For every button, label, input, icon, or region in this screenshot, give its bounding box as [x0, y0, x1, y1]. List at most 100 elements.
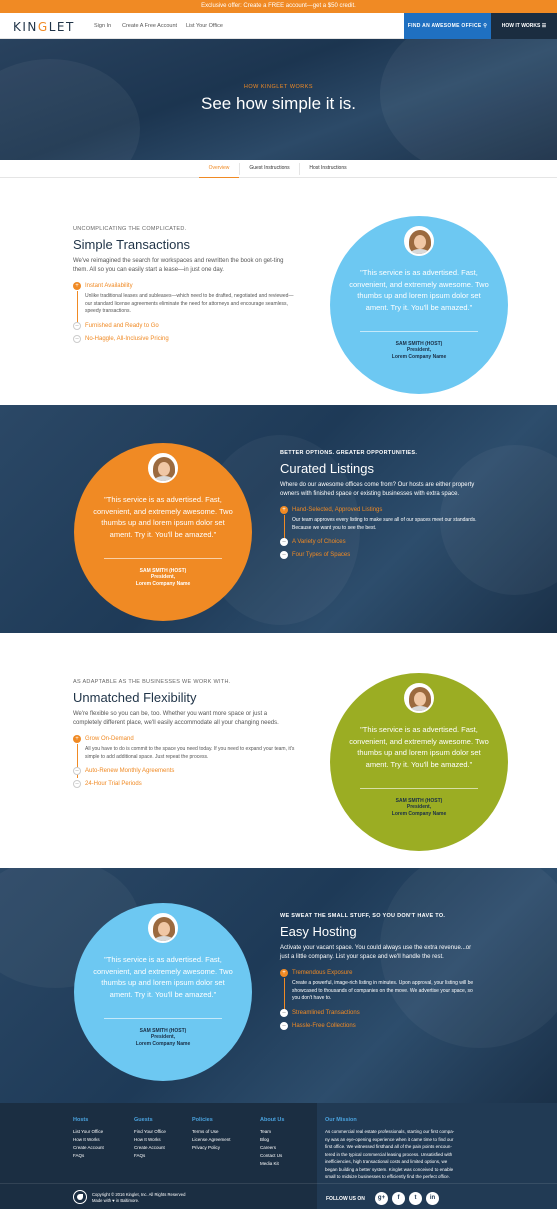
google-plus-icon[interactable]: g+ [375, 1192, 388, 1205]
footer-link[interactable]: FAQs [134, 1152, 166, 1160]
footer-link[interactable]: List Your Office [73, 1128, 104, 1136]
footer-link[interactable]: FAQs [73, 1152, 104, 1160]
kinglet-logo[interactable]: KINGLET [13, 20, 75, 34]
facebook-icon[interactable]: f [392, 1192, 405, 1205]
accordion-item-open[interactable]: + Tremendous Exposure Create a powerful,… [280, 969, 480, 1012]
promo-banner[interactable]: Exclusive offer: Create a FREE account—g… [0, 0, 557, 13]
accordion-item[interactable]: – Hassle-Free Collections [280, 1021, 480, 1030]
accordion-item-open[interactable]: + Instant Availability Unlike traditiona… [73, 282, 295, 327]
role-company: Lorem Company Name [391, 353, 447, 360]
how-it-works-button[interactable]: HOW IT WORKS ☰ [491, 13, 557, 39]
footer-link[interactable]: How It Works [73, 1136, 104, 1144]
minus-icon[interactable]: – [73, 334, 81, 343]
footer-col-about: About Us Team Blog Careers Contact Us Me… [260, 1117, 284, 1168]
testimonial-quote: "This service is as advertised. Fast, co… [349, 268, 489, 312]
footer-link[interactable]: How It Works [134, 1136, 166, 1144]
minus-icon[interactable]: – [73, 321, 81, 330]
footer-link[interactable]: Find Your Office [134, 1128, 166, 1136]
section-lead: We're flexible so you can be, too. Wheth… [73, 711, 279, 726]
sign-in-link[interactable]: Sign In [94, 23, 111, 29]
plus-icon[interactable]: + [280, 969, 288, 977]
plus-icon[interactable]: + [73, 735, 81, 743]
footer-link[interactable]: Create Account [73, 1144, 104, 1152]
role-company: Lorem Company Name [135, 580, 191, 587]
accordion-item[interactable]: – Four Types of Spaces [280, 551, 480, 559]
footer-link[interactable]: License Agreement [192, 1136, 231, 1144]
plus-icon[interactable]: + [280, 506, 288, 514]
accordion-item[interactable]: – Streamlined Transactions [280, 1008, 480, 1017]
find-office-button[interactable]: FIND AN AWESOME OFFICE ⚲ [404, 13, 491, 39]
tab-overview[interactable]: Overview [199, 160, 239, 178]
minus-icon[interactable]: – [73, 780, 81, 788]
accordion-line [284, 978, 285, 1012]
testimonial-role: President, Lorem Company Name [74, 1034, 252, 1047]
footer-link[interactable]: Privacy Policy [192, 1144, 231, 1152]
list-office-link[interactable]: List Your Office [186, 23, 223, 29]
minus-icon[interactable]: – [280, 1021, 288, 1030]
role-title: President, [406, 347, 432, 353]
quote-divider [360, 331, 478, 332]
minus-icon[interactable]: – [280, 538, 288, 546]
accordion-label: Furnished and Ready to Go [85, 322, 159, 329]
minus-icon[interactable]: – [280, 1008, 288, 1017]
accordion-label: Tremendous Exposure [292, 970, 353, 976]
mission-text: began building a better system. Kinglet … [325, 1166, 454, 1172]
section-title: Easy Hosting [280, 924, 357, 939]
section-lead: Activate your vacant space. You could al… [280, 945, 472, 960]
twitter-icon[interactable]: t [409, 1192, 422, 1205]
section-kicker: BETTER OPTIONS. GREATER OPPORTUNITIES. [280, 450, 418, 456]
linkedin-icon[interactable]: in [426, 1192, 439, 1205]
footer-link[interactable]: Contact Us [260, 1152, 284, 1160]
top-nav: KINGLET Sign In Create A Free Account Li… [0, 13, 557, 39]
accordion-item-open[interactable]: + Grow On-Demand All you have to do is c… [73, 735, 295, 778]
minus-icon[interactable]: – [73, 767, 81, 775]
mission-text: As commercial real estate professionals,… [325, 1129, 455, 1134]
accordion-body: All you have to do is commit to the spac… [85, 746, 295, 760]
section-title: Curated Listings [280, 461, 374, 476]
footer-link[interactable]: Create Account [134, 1144, 166, 1152]
accordion-item-open[interactable]: + Hand-Selected, Approved Listings Our t… [280, 506, 480, 541]
footer-col-guests: Guests Find Your Office How It Works Cre… [134, 1117, 166, 1160]
avatar [404, 226, 434, 256]
avatar [148, 453, 178, 483]
accordion-body: Unlike traditional leases and subleases—… [85, 293, 294, 314]
quote-divider [360, 788, 478, 789]
logo-text: KIN [13, 20, 38, 34]
logo-text-end: LET [48, 20, 75, 34]
copyright-text: Copyright © 2016 Kinglet, Inc. All Right… [92, 1192, 186, 1197]
mission-text: first office. We witnessed firsthand all… [325, 1144, 452, 1149]
footer-heading: About Us [260, 1117, 285, 1123]
tab-guest-instructions[interactable]: Guest Instructions [240, 160, 299, 178]
accordion-label: Auto-Renew Monthly Agreements [85, 768, 175, 774]
section-title: Unmatched Flexibility [73, 690, 197, 705]
feature-accordion: + Grow On-Demand All you have to do is c… [73, 735, 295, 788]
footer-link[interactable]: Blog [260, 1136, 284, 1144]
create-account-link[interactable]: Create A Free Account [122, 23, 177, 29]
accordion-item[interactable]: – Auto-Renew Monthly Agreements [73, 767, 295, 775]
footer-link[interactable]: Team [260, 1128, 284, 1136]
minus-icon[interactable]: – [280, 551, 288, 559]
plus-icon[interactable]: + [73, 282, 81, 290]
footer-link[interactable]: Media Kit [260, 1160, 284, 1168]
hero-kicker: HOW KINGLET WORKS [243, 84, 314, 90]
testimonial-role: President, Lorem Company Name [330, 347, 508, 360]
section-lead: Where do our awesome offices come from? … [280, 482, 475, 497]
feature-accordion: + Tremendous Exposure Create a powerful,… [280, 969, 480, 1030]
accordion-item[interactable]: – No-Haggle, All-Inclusive Pricing [73, 334, 295, 343]
footer-heading: Policies [192, 1117, 213, 1123]
accordion-item[interactable]: – 24-Hour Trial Periods [73, 780, 295, 788]
footer-link[interactable]: Terms of Use [192, 1128, 231, 1136]
section-kicker: UNCOMPLICATING THE COMPLICATED. [73, 226, 187, 232]
section-title: Simple Transactions [73, 237, 191, 252]
feature-accordion: + Hand-Selected, Approved Listings Our t… [280, 506, 480, 559]
section-easy-hosting: "This service is as advertised. Fast, co… [0, 868, 557, 1103]
accordion-item[interactable]: – A Variety of Choices [280, 538, 480, 546]
footer-link[interactable]: Careers [260, 1144, 284, 1152]
tab-host-instructions[interactable]: Host Instructions [300, 160, 356, 178]
accordion-label: Hassle-Free Collections [292, 1022, 356, 1029]
accordion-item[interactable]: – Furnished and Ready to Go [73, 321, 295, 330]
accordion-label: 24-Hour Trial Periods [85, 781, 142, 787]
role-title: President, [406, 804, 432, 810]
role-title: President, [150, 1034, 176, 1040]
accordion-body: Our team approves every listing to make … [292, 517, 477, 531]
